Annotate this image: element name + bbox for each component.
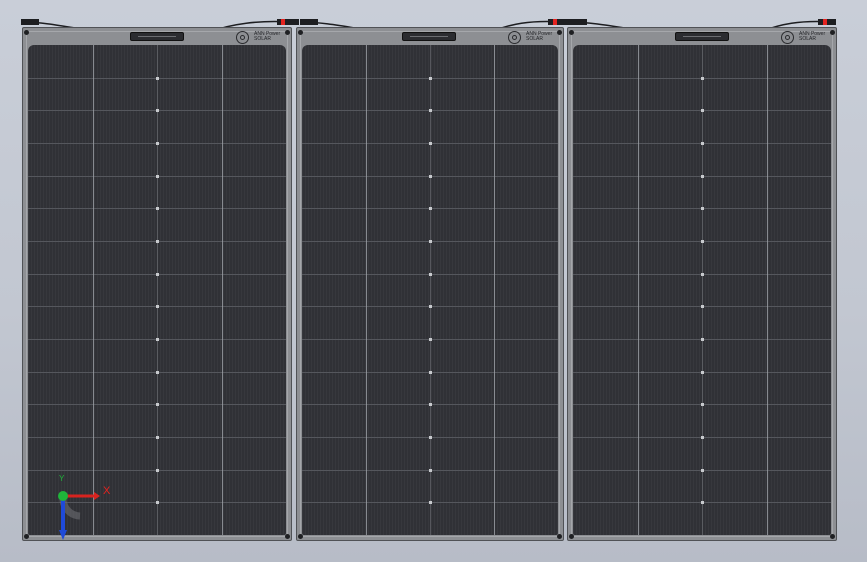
cell-junction-dot — [156, 305, 159, 308]
corner-grommet — [285, 534, 290, 539]
cell-junction-dot — [156, 240, 159, 243]
brand-logo-icon — [781, 31, 794, 44]
cell-junction-dot — [429, 109, 432, 112]
corner-grommet — [569, 30, 574, 35]
cell-column-divider — [767, 45, 768, 535]
corner-grommet — [24, 30, 29, 35]
cell-junction-dot — [429, 469, 432, 472]
solar-panel[interactable]: ANN Power SOLAR — [567, 27, 837, 541]
cell-junction-dot — [701, 436, 704, 439]
cell-junction-dot — [429, 338, 432, 341]
brand-text: ANN Power SOLAR — [526, 32, 552, 42]
cell-junction-dot — [701, 77, 704, 80]
cell-column-divider — [430, 45, 431, 535]
x-axis-label: X — [103, 485, 111, 497]
cell-junction-dot — [429, 371, 432, 374]
cell-junction-dot — [701, 175, 704, 178]
cell-junction-dot — [429, 240, 432, 243]
cell-junction-dot — [701, 305, 704, 308]
corner-grommet — [298, 534, 303, 539]
cell-column-divider — [366, 45, 367, 535]
view-triad[interactable]: X Y — [50, 474, 111, 542]
cell-junction-dot — [701, 469, 704, 472]
cell-column-divider — [93, 45, 94, 535]
cell-junction-dot — [156, 273, 159, 276]
cell-column-divider — [222, 45, 223, 535]
corner-grommet — [557, 30, 562, 35]
cell-junction-dot — [701, 142, 704, 145]
cell-junction-dot — [429, 175, 432, 178]
cell-junction-dot — [701, 371, 704, 374]
corner-grommet — [557, 534, 562, 539]
cell-junction-dot — [701, 273, 704, 276]
cell-junction-dot — [429, 77, 432, 80]
junction-box — [675, 32, 729, 41]
cell-junction-dot — [156, 175, 159, 178]
cell-junction-dot — [701, 403, 704, 406]
brand-line-2: SOLAR — [254, 36, 271, 42]
cell-junction-dot — [429, 501, 432, 504]
triad-axes — [58, 491, 100, 540]
corner-grommet — [285, 30, 290, 35]
corner-grommet — [830, 30, 835, 35]
cell-junction-dot — [701, 338, 704, 341]
cell-column-divider — [494, 45, 495, 535]
brand-line-2: SOLAR — [799, 36, 816, 42]
corner-grommet — [298, 30, 303, 35]
corner-grommet — [830, 534, 835, 539]
junction-box — [130, 32, 184, 41]
cell-junction-dot — [156, 371, 159, 374]
cell-junction-dot — [156, 469, 159, 472]
y-axis-label: Y — [59, 474, 65, 483]
cell-column-divider — [702, 45, 703, 535]
brand-line-2: SOLAR — [526, 36, 543, 42]
cell-junction-dot — [156, 77, 159, 80]
brand-text: ANN Power SOLAR — [254, 32, 280, 42]
cell-array — [573, 45, 831, 535]
cell-junction-dot — [156, 207, 159, 210]
cell-junction-dot — [156, 501, 159, 504]
cell-junction-dot — [429, 403, 432, 406]
cell-junction-dot — [429, 436, 432, 439]
solar-panel[interactable]: ANN Power SOLAR — [296, 27, 564, 541]
cell-column-divider — [157, 45, 158, 535]
junction-box — [402, 32, 456, 41]
cell-junction-dot — [156, 109, 159, 112]
cell-array — [28, 45, 286, 535]
cell-junction-dot — [701, 240, 704, 243]
brand-logo-icon — [508, 31, 521, 44]
cell-junction-dot — [429, 305, 432, 308]
brand-text: ANN Power SOLAR — [799, 32, 825, 42]
cell-junction-dot — [429, 142, 432, 145]
cell-array — [302, 45, 558, 535]
cell-junction-dot — [701, 109, 704, 112]
cell-junction-dot — [156, 338, 159, 341]
cell-column-divider — [638, 45, 639, 535]
solar-panel[interactable]: ANN Power SOLAR — [22, 27, 292, 541]
cell-junction-dot — [429, 273, 432, 276]
corner-grommet — [569, 534, 574, 539]
cell-junction-dot — [701, 501, 704, 504]
cell-junction-dot — [429, 207, 432, 210]
brand-logo-icon — [236, 31, 249, 44]
cell-junction-dot — [156, 142, 159, 145]
cell-junction-dot — [156, 436, 159, 439]
cell-junction-dot — [156, 403, 159, 406]
cell-junction-dot — [701, 207, 704, 210]
graphics-viewport[interactable]: ANN Power SOLAR ANN Power SOLAR ANN Powe… — [0, 0, 867, 562]
corner-grommet — [24, 534, 29, 539]
